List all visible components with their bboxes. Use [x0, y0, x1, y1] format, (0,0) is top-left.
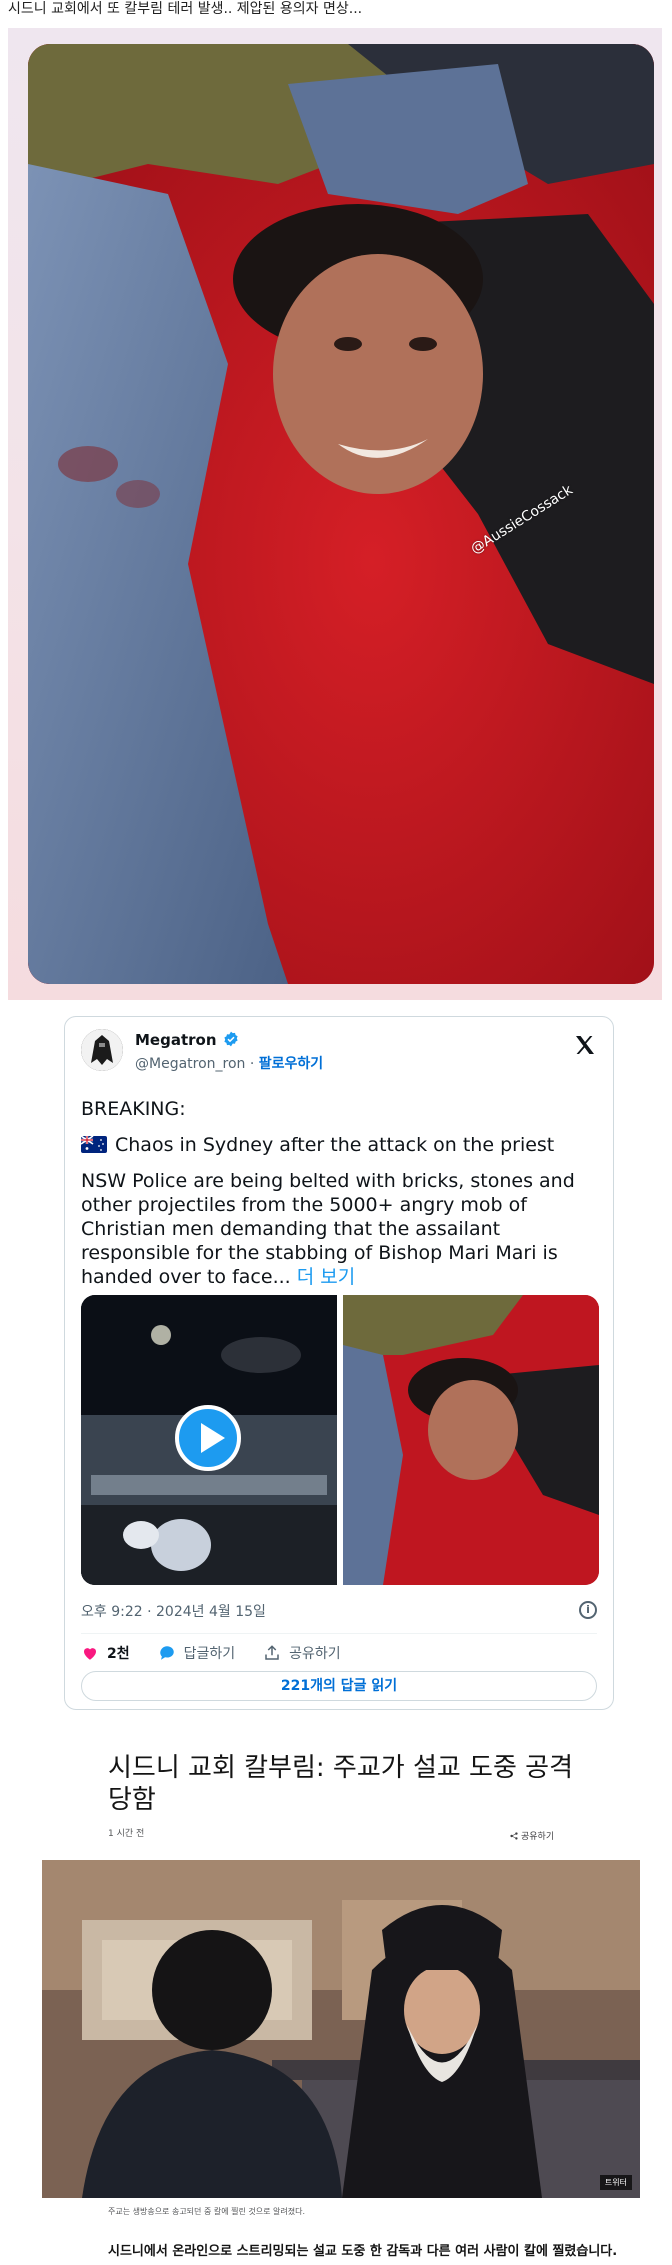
- share-label: 공유하기: [289, 1646, 341, 1662]
- video-thumbnail[interactable]: [81, 1295, 337, 1585]
- tweet-timestamp[interactable]: 오후 9:22 · 2024년 4월 15일: [81, 1601, 266, 1621]
- tweet-text: BREAKING: Chaos in Sydney after the atta…: [81, 1097, 601, 1301]
- like-count: 2천: [107, 1646, 130, 1662]
- reply-bubble-icon: [159, 1646, 174, 1660]
- suspect-photo: @AussieCossack: [28, 44, 654, 984]
- reply-button[interactable]: 답글하기: [158, 1643, 236, 1663]
- heart-icon: [84, 1648, 96, 1660]
- follow-link[interactable]: 팔로우하기: [259, 1056, 323, 1072]
- image-credit: 트위터: [599, 2175, 632, 2190]
- account-name[interactable]: Megatron: [135, 1031, 217, 1049]
- account-handle-line: @Megatron_ron · 팔로우하기: [135, 1053, 323, 1073]
- news-headline: 시드니 교회 칼부림: 주교가 설교 도중 공격 당함: [108, 1753, 573, 1815]
- play-button-icon[interactable]: [175, 1405, 241, 1471]
- image-thumbnail[interactable]: [343, 1295, 599, 1585]
- like-button[interactable]: 2천: [81, 1643, 130, 1663]
- post-title: 시드니 교회에서 또 칼부림 테러 발생.. 제압된 용의자 면상...: [8, 1, 363, 17]
- australia-flag-icon: [81, 1136, 107, 1153]
- divider: [81, 1633, 597, 1634]
- church-sermon-photo: 트위터: [42, 1860, 640, 2198]
- tweet-media[interactable]: [81, 1295, 599, 1585]
- tweet-line-2: Chaos in Sydney after the attack on the …: [81, 1133, 601, 1157]
- read-replies-button[interactable]: 221개의 답글 읽기: [81, 1671, 597, 1701]
- share-button[interactable]: 공유하기: [263, 1643, 341, 1663]
- share-icon: [510, 1831, 518, 1840]
- news-share-label: 공유하기: [521, 1832, 555, 1842]
- handle-separator: ·: [245, 1056, 259, 1072]
- reply-label: 답글하기: [183, 1646, 236, 1662]
- info-icon[interactable]: i: [579, 1601, 597, 1619]
- photo-frame: @AussieCossack: [8, 28, 662, 1000]
- image-caption: 주교는 생방송으로 송고되던 중 칼에 찔린 것으로 알려졌다.: [108, 2207, 305, 2216]
- tweet-line-breaking: BREAKING:: [81, 1098, 186, 1120]
- news-lead-paragraph: 시드니에서 온라인으로 스트리밍되는 설교 도중 한 감독과 다른 여러 사람이…: [108, 2244, 618, 2259]
- news-timestamp: 1 시간 전: [108, 1829, 145, 1839]
- tweet-card[interactable]: Megatron @Megatron_ron · 팔로우하기 BREAKING:…: [64, 1016, 614, 1710]
- verified-badge-icon: [224, 1031, 238, 1047]
- account-handle[interactable]: @Megatron_ron: [135, 1056, 245, 1072]
- avatar[interactable]: [81, 1029, 123, 1071]
- tweet-body: NSW Police are being belted with bricks,…: [81, 1169, 601, 1289]
- news-share-button[interactable]: 공유하기: [510, 1829, 554, 1842]
- show-more-link[interactable]: 더 보기: [291, 1266, 356, 1288]
- share-icon: [265, 1645, 279, 1660]
- x-logo-icon[interactable]: [573, 1033, 597, 1057]
- tweet-actions: 2천 답글하기 공유하기: [81, 1643, 341, 1663]
- tweet-line-2-text: Chaos in Sydney after the attack on the …: [115, 1134, 555, 1156]
